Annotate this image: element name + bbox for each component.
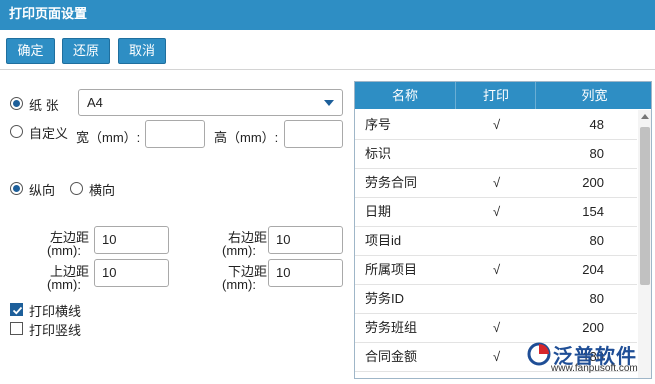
column-grid: 名称 打印 列宽 序号 √ 48 标识 80 劳务合同 √ 200 日期 √ 154 项目id 80 所属…: [354, 81, 652, 379]
cell-name: 劳务ID: [365, 291, 405, 306]
portrait-radio[interactable]: [10, 182, 23, 195]
table-row[interactable]: 标识 80: [355, 139, 637, 169]
scrollbar-thumb[interactable]: [640, 127, 650, 285]
landscape-label: 横向: [89, 183, 116, 198]
column-header-print[interactable]: 打印: [455, 82, 536, 109]
cell-name: 序号: [365, 117, 392, 132]
cell-print: √: [493, 204, 501, 219]
table-row[interactable]: 劳务ID 80: [355, 284, 637, 314]
paper-radio[interactable]: [10, 97, 23, 110]
height-label: 高（mm）:: [214, 130, 279, 145]
column-header-name[interactable]: 名称: [355, 82, 455, 109]
fanpusoft-logo-icon: [527, 342, 551, 366]
custom-width-input[interactable]: [145, 120, 205, 148]
left-margin-input[interactable]: 10: [94, 226, 169, 254]
top-margin-unit: (mm):: [47, 277, 81, 292]
column-header-width[interactable]: 列宽: [535, 82, 651, 109]
print-h-lines-checkbox[interactable]: [10, 303, 23, 316]
cell-name: 日期: [365, 204, 392, 219]
bottom-margin-input[interactable]: 10: [268, 259, 343, 287]
cell-print: √: [493, 349, 501, 364]
cell-name: 标识: [365, 146, 392, 161]
cell-name: 合同金额: [365, 349, 418, 364]
cell-name: 所属项目: [365, 262, 418, 277]
cell-print: √: [493, 117, 501, 132]
cancel-button[interactable]: 取消: [118, 38, 166, 64]
cell-name: 劳务合同: [365, 175, 418, 190]
custom-size-radio[interactable]: [10, 125, 23, 138]
table-row[interactable]: 劳务合同 √ 200: [355, 168, 637, 198]
cell-width: 80: [589, 146, 604, 161]
cell-width: 80: [589, 233, 604, 248]
cell-name: 项目id: [365, 233, 402, 248]
right-margin-unit: (mm):: [222, 243, 256, 258]
toolbar: 确定 还原 取消: [0, 30, 655, 70]
grid-header: 名称 打印 列宽: [355, 82, 651, 109]
print-v-lines-label: 打印竖线: [29, 323, 82, 338]
bottom-margin-unit: (mm):: [222, 277, 256, 292]
top-margin-input[interactable]: 10: [94, 259, 169, 287]
landscape-radio[interactable]: [70, 182, 83, 195]
cell-print: √: [493, 262, 501, 277]
cell-width: 48: [589, 117, 604, 132]
cell-name: 劳务班组: [365, 320, 418, 335]
paper-size-value: A4: [87, 95, 103, 110]
cell-width: 80: [589, 291, 604, 306]
table-row[interactable]: 序号 √ 48: [355, 110, 637, 140]
table-row[interactable]: 所属项目 √ 204: [355, 255, 637, 285]
right-margin-input[interactable]: 10: [268, 226, 343, 254]
scroll-up-icon[interactable]: [641, 114, 649, 119]
chevron-down-icon: [324, 100, 334, 106]
table-row[interactable]: 日期 √ 154: [355, 197, 637, 227]
cell-width: 154: [582, 204, 604, 219]
portrait-label: 纵向: [29, 183, 56, 198]
paper-label: 纸 张: [29, 98, 59, 113]
table-row[interactable]: 项目id 80: [355, 226, 637, 256]
confirm-button[interactable]: 确定: [6, 38, 55, 64]
logo-url-text: www.fanpusoft.com: [551, 363, 638, 374]
reset-button[interactable]: 还原: [62, 38, 110, 64]
cell-print: √: [493, 320, 501, 335]
window-title: 打印页面设置: [0, 0, 655, 30]
cell-width: 200: [582, 175, 604, 190]
custom-size-label: 自定义: [29, 126, 69, 141]
paper-size-select[interactable]: A4: [78, 89, 343, 116]
print-h-lines-label: 打印横线: [29, 304, 82, 319]
custom-height-input[interactable]: [284, 120, 343, 148]
left-margin-unit: (mm):: [47, 243, 81, 258]
cell-print: √: [493, 175, 501, 190]
checkmark-icon: [12, 306, 23, 315]
print-v-lines-checkbox[interactable]: [10, 322, 23, 335]
fanpusoft-logo: 泛普软件 www.fanpusoft.com: [527, 338, 645, 378]
width-label: 宽（mm）:: [76, 130, 141, 145]
cell-width: 204: [582, 262, 604, 277]
